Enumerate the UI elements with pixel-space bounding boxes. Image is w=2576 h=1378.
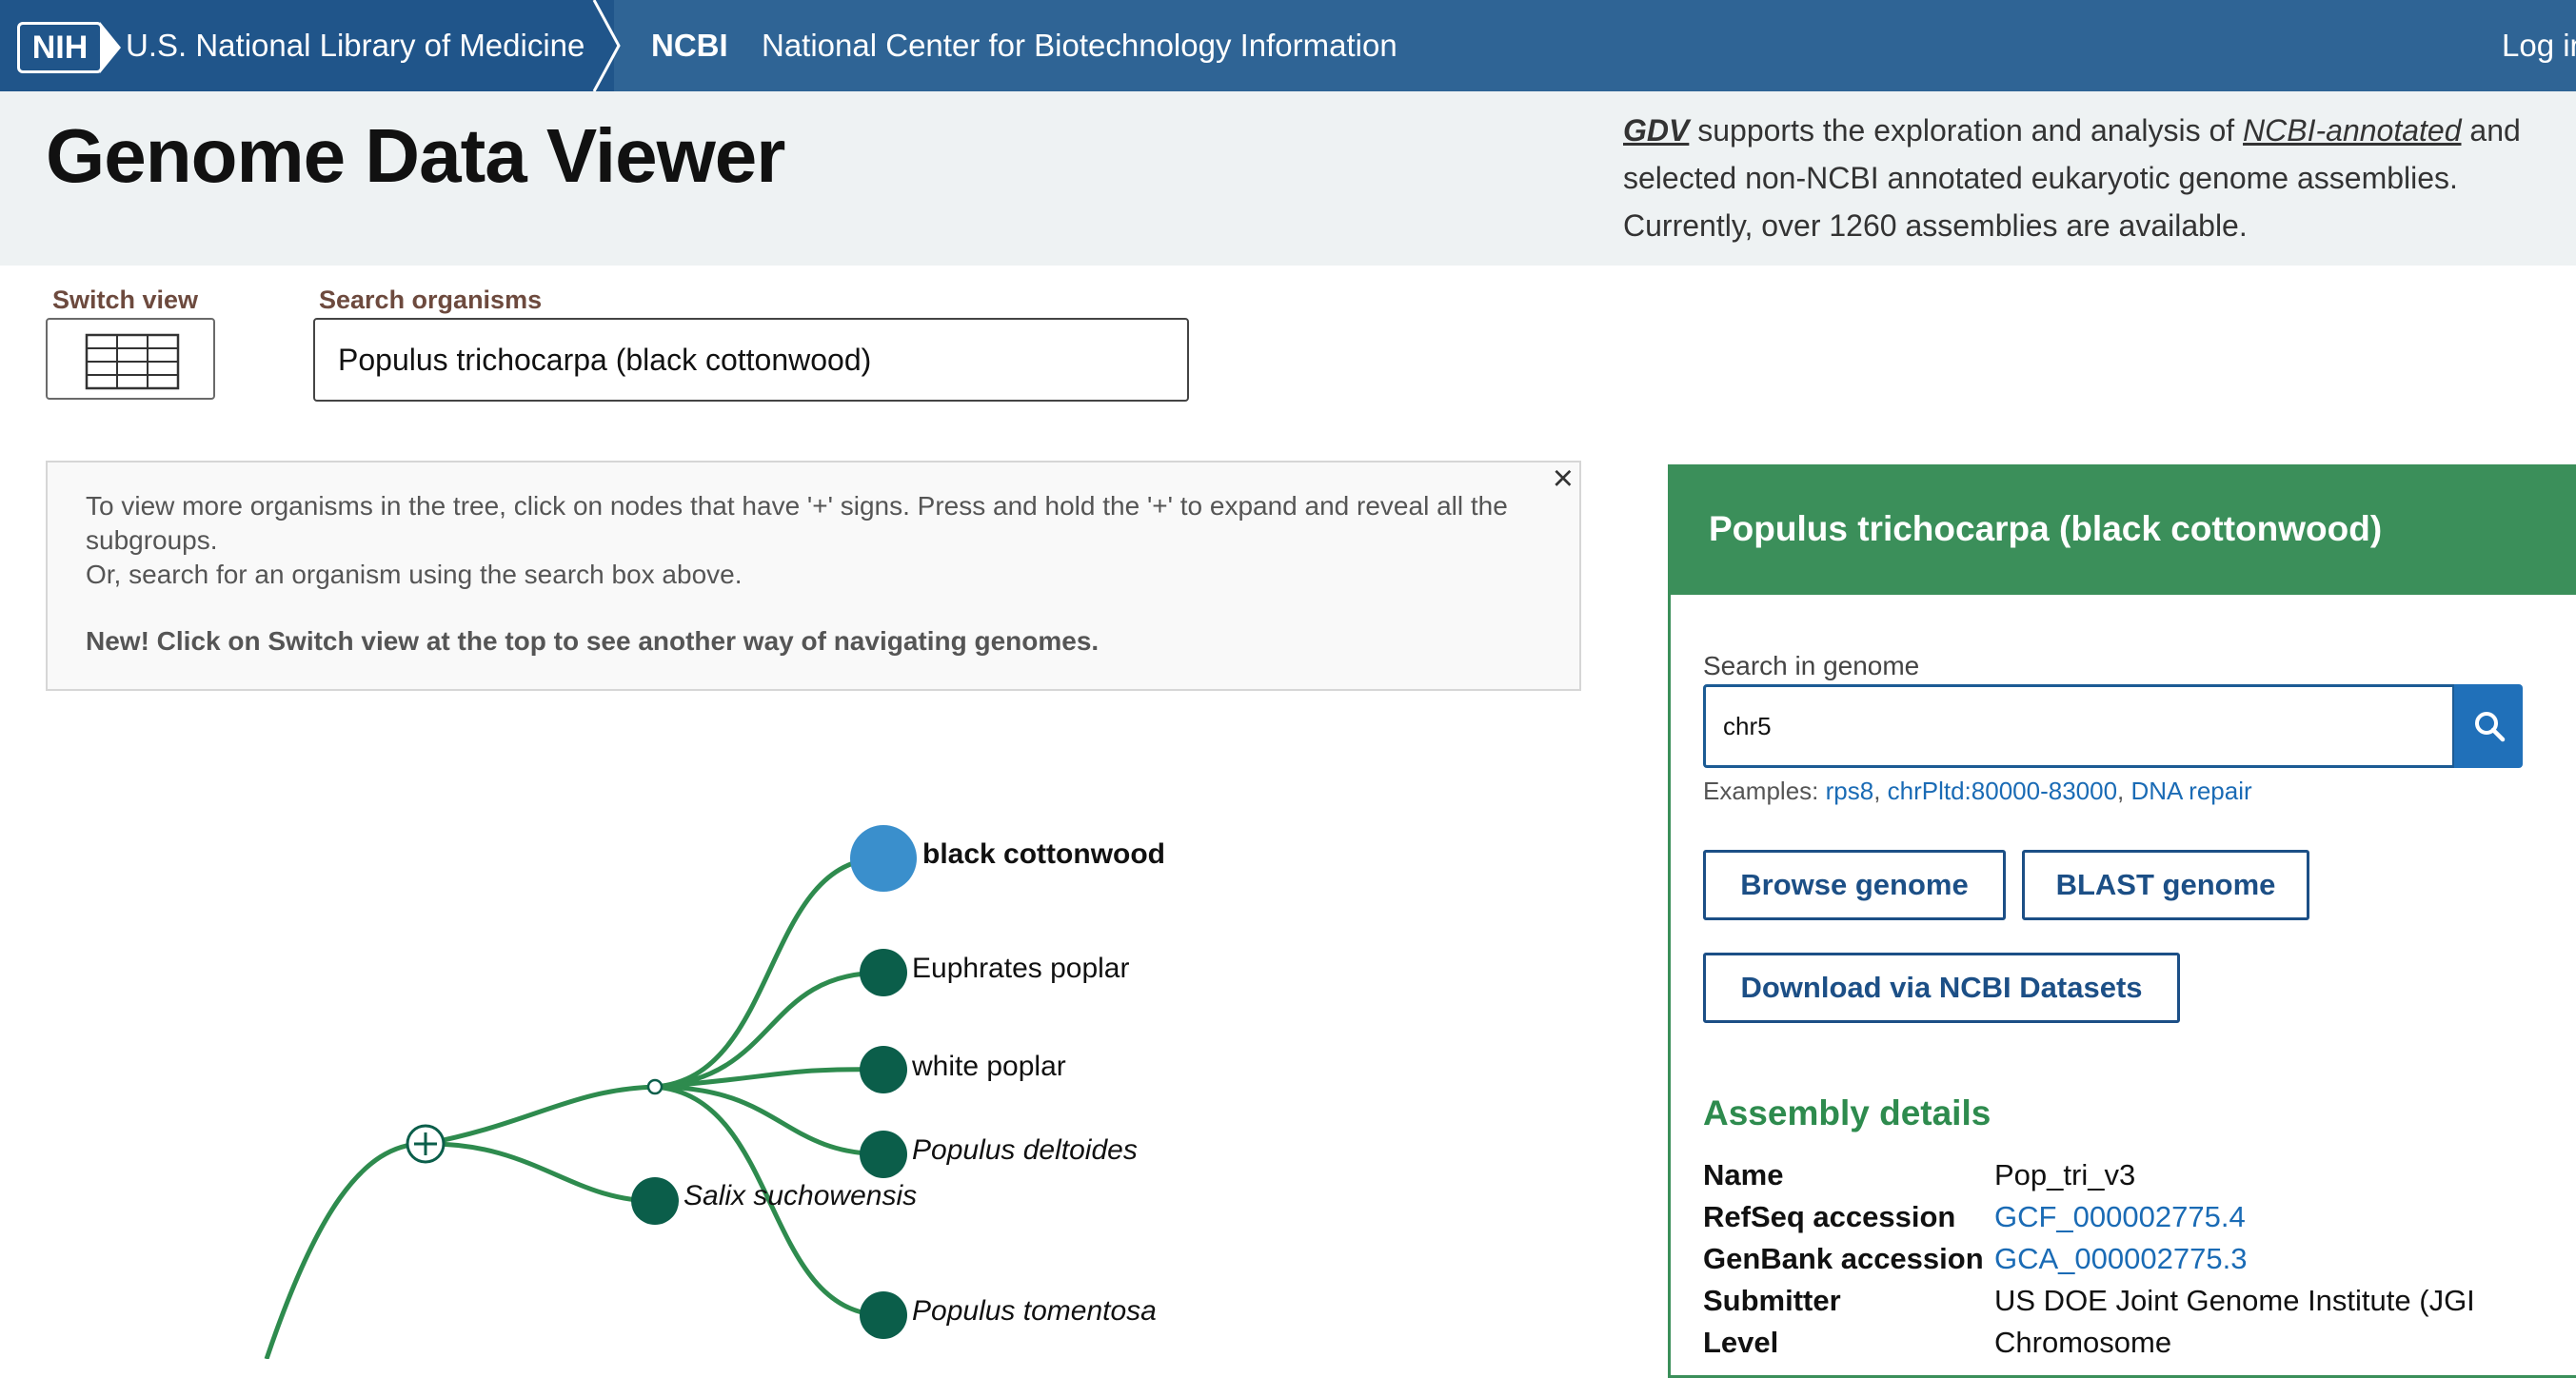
browse-genome-button[interactable]: Browse genome: [1703, 850, 2006, 920]
intro-text: GDV supports the exploration and analysi…: [1623, 107, 2566, 249]
genome-search-button[interactable]: [2454, 684, 2523, 768]
detail-value: Chromosome: [1994, 1326, 2172, 1359]
nih-library-link[interactable]: U.S. National Library of Medicine: [126, 0, 585, 91]
tree-leaf-label[interactable]: Salix suchowensis: [684, 1180, 917, 1212]
leaf-node-euphrates-poplar[interactable]: [860, 949, 907, 996]
nih-logo[interactable]: NIH: [17, 22, 121, 73]
search-examples: Examples: rps8, chrPltd:80000-83000, DNA…: [1703, 777, 2252, 805]
ncbi-name-link[interactable]: National Center for Biotechnology Inform…: [762, 0, 1397, 91]
branch-black-cottonwood: [654, 856, 884, 1090]
nih-banner[interactable]: NIH U.S. National Library of Medicine: [0, 0, 621, 91]
genbank-accession-link[interactable]: GCA_000002775.3: [1994, 1242, 2247, 1276]
tree-canvas: [264, 825, 917, 1360]
example-link[interactable]: DNA repair: [2131, 777, 2252, 805]
organism-search-input[interactable]: [313, 318, 1189, 402]
detail-value: US DOE Joint Genome Institute (JGI: [1994, 1284, 2475, 1317]
switch-view-label: Switch view: [52, 285, 199, 314]
detail-key: Submitter: [1703, 1284, 1841, 1317]
expand-node[interactable]: [406, 1124, 446, 1164]
tree-leaf-label[interactable]: Populus deltoides: [912, 1134, 1138, 1167]
leaf-node-populus-tomentosa[interactable]: [860, 1291, 907, 1339]
detail-key: Name: [1703, 1158, 1784, 1191]
info-line-2: Or, search for an organism using the sea…: [86, 560, 743, 589]
ncbi-annotated-link[interactable]: NCBI-annotated: [2243, 113, 2461, 148]
panel-header: Populus trichocarpa (black cottonwood): [1671, 467, 2576, 595]
detail-value: Pop_tri_v3: [1994, 1158, 2136, 1191]
leaf-node-white-poplar[interactable]: [860, 1046, 907, 1093]
search-organisms-label: Search organisms: [319, 285, 543, 314]
tree-branches: [264, 856, 884, 1360]
search-icon: [2475, 712, 2506, 742]
organism-panel: Populus trichocarpa (black cottonwood): [1668, 464, 2576, 1378]
search-in-genome-label: Search in genome: [1703, 651, 1920, 680]
tree-leaf-label[interactable]: Euphrates poplar: [912, 953, 1130, 985]
assembly-details-title: Assembly details: [1703, 1093, 1991, 1132]
example-link[interactable]: rps8: [1826, 777, 1874, 805]
close-icon[interactable]: ×: [1553, 459, 1574, 500]
top-nav-bar: NIH U.S. National Library of Medicine NC…: [0, 0, 2576, 91]
page-title: Genome Data Viewer: [46, 113, 785, 198]
switch-view-button[interactable]: [46, 318, 215, 400]
table-grid-icon: [85, 333, 180, 390]
info-new-feature: New! Click on Switch view at the top to …: [86, 626, 1100, 656]
info-text: To view more organisms in the tree, clic…: [86, 489, 1514, 592]
login-link[interactable]: Log in: [2502, 0, 2576, 91]
ncbi-logo-link[interactable]: NCBI: [651, 0, 728, 91]
leaf-node-black-cottonwood[interactable]: [850, 825, 917, 892]
blast-genome-button[interactable]: BLAST genome: [2022, 850, 2309, 920]
internal-node[interactable]: [646, 1078, 664, 1095]
tree-leaf-label[interactable]: Populus tomentosa: [912, 1295, 1157, 1328]
branch-poplar-clade: [425, 1084, 656, 1147]
branch-root: [264, 1141, 426, 1360]
detail-key: RefSeq accession: [1703, 1200, 1956, 1233]
gdv-link[interactable]: GDV: [1623, 113, 1689, 148]
leaf-node-salix-suchowensis[interactable]: [631, 1177, 679, 1225]
info-box: To view more organisms in the tree, clic…: [46, 459, 1581, 691]
detail-key: GenBank accession: [1703, 1242, 1984, 1275]
intro-part-1: supports the exploration and analysis of: [1689, 113, 2244, 148]
info-line-1: To view more organisms in the tree, clic…: [86, 491, 1508, 555]
tree-leaf-label[interactable]: white poplar: [912, 1051, 1066, 1083]
leaf-node-populus-deltoides[interactable]: [860, 1131, 907, 1178]
refseq-accession-link[interactable]: GCF_000002775.4: [1994, 1200, 2246, 1234]
detail-key: Level: [1703, 1326, 1779, 1359]
branch-salix: [425, 1141, 656, 1204]
examples-label: Examples:: [1703, 777, 1826, 805]
example-link[interactable]: chrPltd:80000-83000: [1888, 777, 2117, 805]
download-datasets-button[interactable]: Download via NCBI Datasets: [1703, 953, 2180, 1023]
genome-search-input[interactable]: [1703, 684, 2455, 768]
taxonomy-tree: black cottonwood Euphrates poplar white …: [0, 723, 1238, 1364]
tree-leaf-label[interactable]: black cottonwood: [922, 838, 1165, 871]
panel-title: Populus trichocarpa (black cottonwood): [1709, 509, 2383, 548]
